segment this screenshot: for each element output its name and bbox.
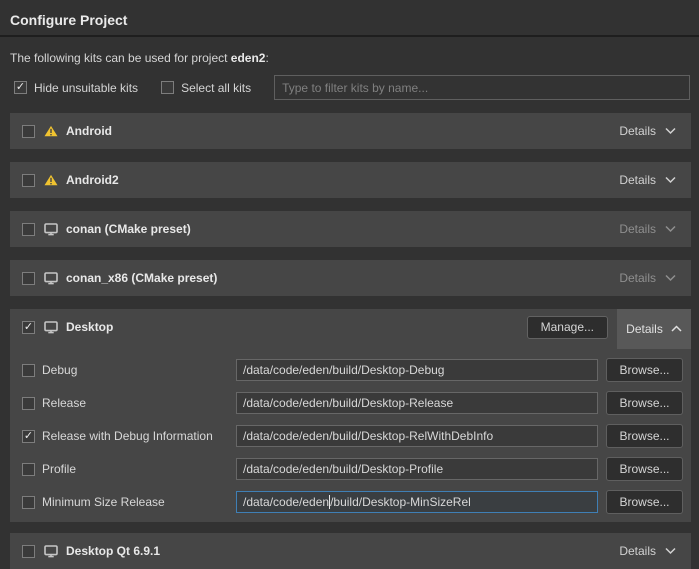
kit-panel-desktop: ✓ Desktop Manage... Details ✓ Debug Brow… xyxy=(10,309,691,522)
config-row-relwithdebinfo: ✓ Release with Debug Information Browse.… xyxy=(22,424,683,448)
chevron-down-icon xyxy=(665,225,676,233)
input-text-after-caret: /build/Desktop-MinSizeRel xyxy=(330,495,471,509)
chevron-down-icon xyxy=(665,547,676,555)
kit-name: Desktop xyxy=(66,320,113,334)
config-label: Minimum Size Release xyxy=(42,495,165,509)
kit-row-desktop-qt: ✓ Desktop Qt 6.9.1 Details xyxy=(10,533,691,569)
browse-button[interactable]: Browse... xyxy=(606,358,683,382)
kit-name: Android xyxy=(66,124,112,138)
kit-name: conan (CMake preset) xyxy=(66,222,191,236)
page-title: Configure Project xyxy=(0,0,699,29)
details-label: Details xyxy=(626,322,663,336)
details-button[interactable]: Details xyxy=(619,124,691,138)
kit-name: Android2 xyxy=(66,173,119,187)
select-all-kits-label: Select all kits xyxy=(181,81,251,95)
kit-checkbox[interactable]: ✓ xyxy=(22,272,35,285)
browse-button[interactable]: Browse... xyxy=(606,490,683,514)
configure-project-page: Configure Project The following kits can… xyxy=(0,0,699,562)
chevron-down-icon xyxy=(665,127,676,135)
chevron-down-icon xyxy=(665,176,676,184)
filter-toolbar: ✓ Hide unsuitable kits ✓ Select all kits xyxy=(14,75,690,100)
details-button: Details xyxy=(619,271,691,285)
config-row-debug: ✓ Debug Browse... xyxy=(22,358,683,382)
intro-after: : xyxy=(265,51,268,65)
build-dir-input-debug[interactable] xyxy=(236,359,598,381)
config-checkbox[interactable]: ✓ xyxy=(22,463,35,476)
kit-checkbox[interactable]: ✓ xyxy=(22,545,35,558)
kit-row-android: ✓ Android Details xyxy=(10,113,691,149)
details-button-active[interactable]: Details xyxy=(617,309,691,349)
browse-button[interactable]: Browse... xyxy=(606,391,683,415)
config-row-release: ✓ Release Browse... xyxy=(22,391,683,415)
config-label: Release with Debug Information xyxy=(42,429,213,443)
build-dir-input-minsizerel-focused[interactable]: /data/code/eden/build/Desktop-MinSizeRel xyxy=(236,491,598,513)
browse-button[interactable]: Browse... xyxy=(606,457,683,481)
browse-button[interactable]: Browse... xyxy=(606,424,683,448)
kit-checkbox[interactable]: ✓ xyxy=(22,321,35,334)
desktop-icon xyxy=(44,545,58,558)
details-button[interactable]: Details xyxy=(619,173,691,187)
kit-header-desktop: ✓ Desktop Manage... xyxy=(10,309,691,345)
project-name: eden2 xyxy=(231,51,266,65)
details-label: Details xyxy=(619,544,656,558)
config-label: Debug xyxy=(42,363,77,377)
checkbox-box[interactable]: ✓ xyxy=(14,81,27,94)
intro-before: The following kits can be used for proje… xyxy=(10,51,231,65)
kit-checkbox[interactable]: ✓ xyxy=(22,174,35,187)
kit-name: Desktop Qt 6.9.1 xyxy=(66,544,160,558)
select-all-kits-checkbox[interactable]: ✓ Select all kits xyxy=(161,81,251,95)
build-dir-input-release[interactable] xyxy=(236,392,598,414)
hide-unsuitable-kits-checkbox[interactable]: ✓ Hide unsuitable kits xyxy=(14,81,138,95)
kit-row-conan: ✓ conan (CMake preset) Details xyxy=(10,211,691,247)
warning-icon xyxy=(44,125,58,137)
config-label: Profile xyxy=(42,462,76,476)
checkmark-icon: ✓ xyxy=(24,322,33,333)
kit-filter-input[interactable] xyxy=(274,75,690,100)
desktop-icon xyxy=(44,223,58,236)
config-checkbox[interactable]: ✓ xyxy=(22,496,35,509)
checkmark-icon: ✓ xyxy=(24,431,33,442)
manage-button[interactable]: Manage... xyxy=(527,316,608,339)
desktop-icon xyxy=(44,272,58,285)
kit-row-android2: ✓ Android2 Details xyxy=(10,162,691,198)
config-row-profile: ✓ Profile Browse... xyxy=(22,457,683,481)
build-dir-input-relwithdebinfo[interactable] xyxy=(236,425,598,447)
input-text-before-caret: /data/code/eden xyxy=(243,495,329,509)
config-checkbox[interactable]: ✓ xyxy=(22,364,35,377)
build-dir-input-profile[interactable] xyxy=(236,458,598,480)
desktop-build-configs: ✓ Debug Browse... ✓ Release Browse... ✓ … xyxy=(10,345,691,522)
kit-row-conan-x86: ✓ conan_x86 (CMake preset) Details xyxy=(10,260,691,296)
config-checkbox[interactable]: ✓ xyxy=(22,430,35,443)
title-separator xyxy=(0,35,699,37)
details-button[interactable]: Details xyxy=(619,544,691,558)
warning-icon xyxy=(44,174,58,186)
details-label: Details xyxy=(619,173,656,187)
chevron-down-icon xyxy=(665,274,676,282)
config-checkbox[interactable]: ✓ xyxy=(22,397,35,410)
kit-checkbox[interactable]: ✓ xyxy=(22,125,35,138)
details-label: Details xyxy=(619,222,656,236)
intro-text: The following kits can be used for proje… xyxy=(10,51,689,65)
kit-checkbox[interactable]: ✓ xyxy=(22,223,35,236)
config-label: Release xyxy=(42,396,86,410)
config-row-minsizerel: ✓ Minimum Size Release /data/code/eden/b… xyxy=(22,490,683,514)
details-label: Details xyxy=(619,271,656,285)
chevron-up-icon xyxy=(671,325,682,333)
kit-name: conan_x86 (CMake preset) xyxy=(66,271,217,285)
hide-unsuitable-kits-label: Hide unsuitable kits xyxy=(34,81,138,95)
details-button: Details xyxy=(619,222,691,236)
checkmark-icon: ✓ xyxy=(16,82,25,93)
details-label: Details xyxy=(619,124,656,138)
checkbox-box[interactable]: ✓ xyxy=(161,81,174,94)
desktop-icon xyxy=(44,321,58,334)
